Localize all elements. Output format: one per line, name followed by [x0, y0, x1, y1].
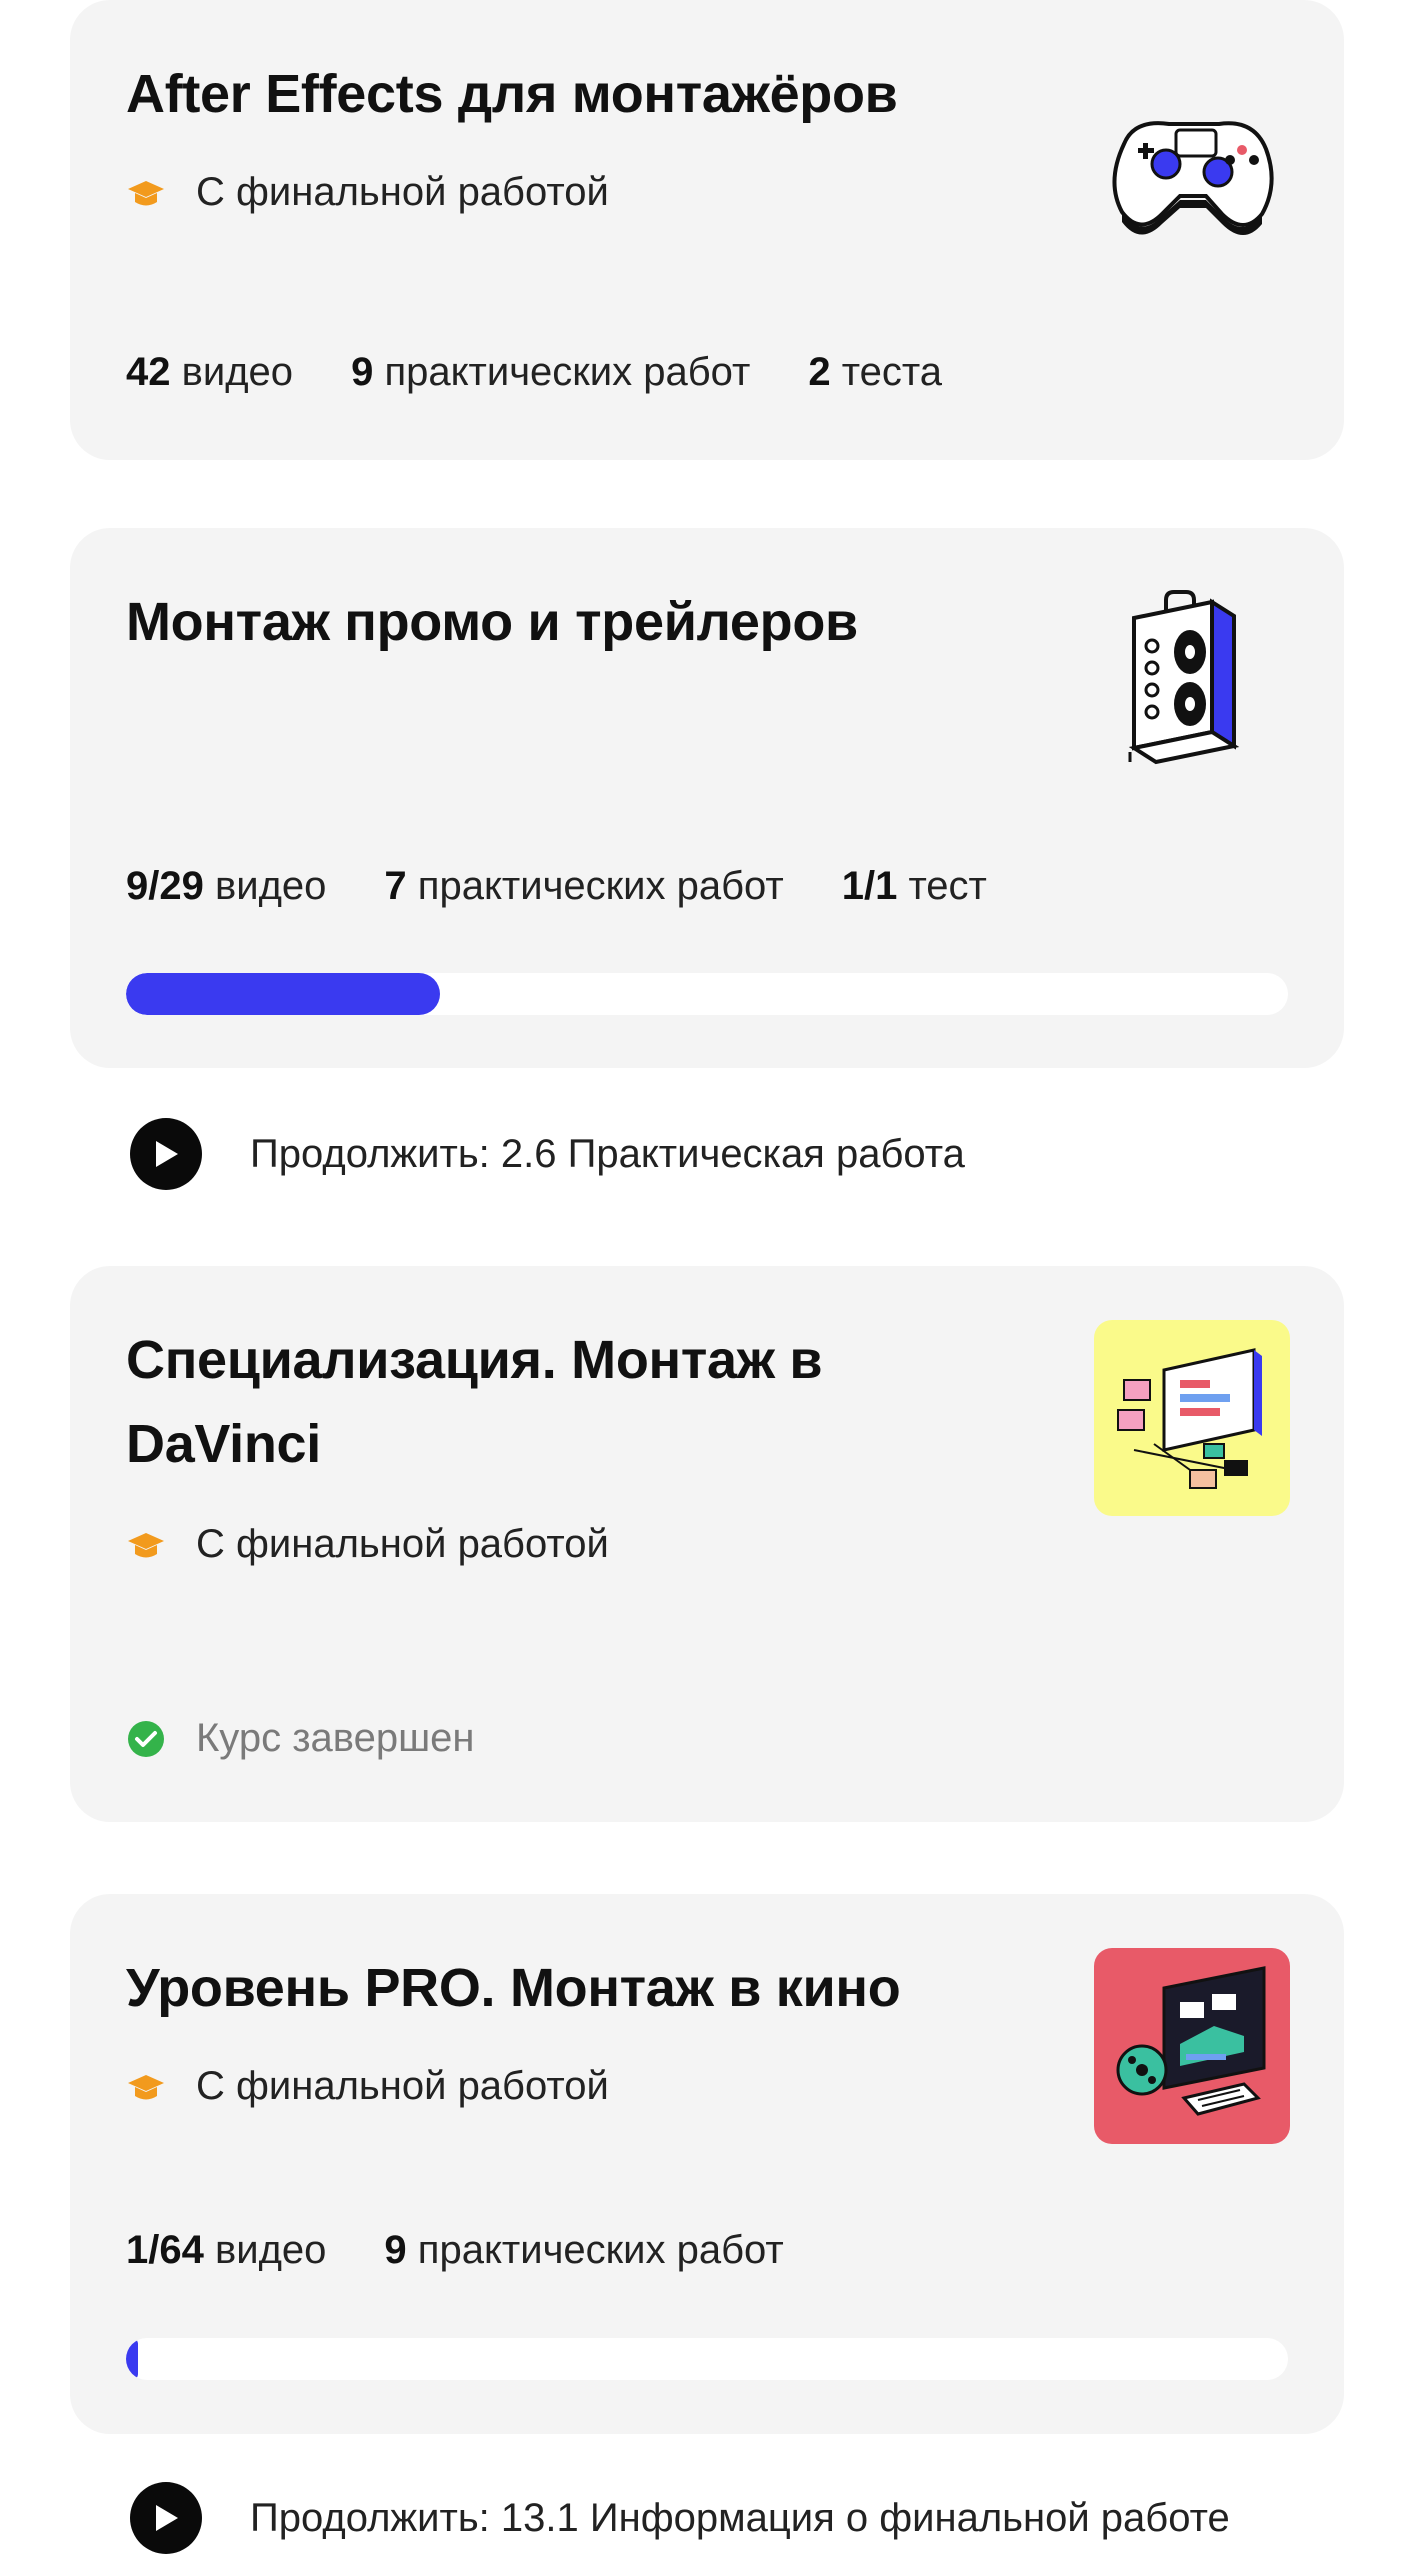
course-card-pro-cinema[interactable]: Уровень PRO. Монтаж в кино С финальной р…: [70, 1894, 1344, 2434]
course-card-after-effects[interactable]: After Effects для монтажёров С финальной…: [70, 0, 1344, 460]
final-work-label: С финальной работой: [196, 2064, 609, 2108]
graduation-cap-icon: [126, 2067, 166, 2107]
stat-videos: 9/29 видео: [126, 864, 327, 908]
stat-tests: 1/1 тест: [841, 864, 987, 908]
editing-screen-illustration-icon: [1094, 1320, 1290, 1516]
check-circle-icon: [128, 1720, 164, 1757]
course-title: After Effects для монтажёров: [126, 64, 898, 124]
speaker-illustration-icon: [1094, 582, 1290, 778]
course-stats: 42 видео 9 практических работ 2 теста: [126, 350, 1000, 395]
course-progress-bar: [126, 2338, 1288, 2380]
stat-practical: 9 практических работ: [351, 350, 751, 394]
final-work-label: С финальной работой: [196, 1522, 609, 1566]
final-work-badge: С финальной работой: [126, 170, 609, 215]
course-completed-status: Курс завершен: [126, 1716, 475, 1761]
graduation-cap-icon: [126, 173, 166, 213]
continue-link-pro-cinema[interactable]: Продолжить: 13.1 Информация о финальной …: [130, 2482, 1230, 2554]
play-icon[interactable]: [130, 2482, 202, 2554]
film-editing-illustration-icon: [1094, 1948, 1290, 2144]
graduation-cap-icon: [126, 1525, 166, 1565]
final-work-badge: С финальной работой: [126, 2064, 609, 2109]
final-work-badge: С финальной работой: [126, 1522, 609, 1567]
course-title: Уровень PRO. Монтаж в кино: [126, 1958, 901, 2018]
stat-tests: 2 теста: [808, 350, 942, 394]
stat-videos: 1/64 видео: [126, 2228, 327, 2272]
stat-videos: 42 видео: [126, 350, 294, 394]
gamepad-illustration-icon: [1094, 64, 1290, 260]
course-title: Специализация. Монтаж в DaVinci: [126, 1330, 823, 1474]
continue-label: Продолжить: 2.6 Практическая работа: [250, 1131, 965, 1176]
continue-link-promo-trailers[interactable]: Продолжить: 2.6 Практическая работа: [130, 1118, 965, 1190]
course-title: Монтаж промо и трейлеров: [126, 592, 858, 652]
course-stats: 1/64 видео 9 практических работ: [126, 2228, 842, 2273]
course-card-promo-trailers[interactable]: Монтаж промо и трейлеров 9/29 видео 7 пр…: [70, 528, 1344, 1068]
course-progress-fill: [126, 2338, 138, 2380]
course-card-davinci[interactable]: Специализация. Монтаж в DaVinci С финаль…: [70, 1266, 1344, 1822]
stat-practical: 7 практических работ: [384, 864, 784, 908]
course-progress-fill: [126, 973, 440, 1015]
completed-label: Курс завершен: [196, 1716, 475, 1760]
course-stats: 9/29 видео 7 практических работ 1/1 тест: [126, 864, 1045, 909]
final-work-label: С финальной работой: [196, 170, 609, 214]
stat-practical: 9 практических работ: [384, 2228, 784, 2272]
play-icon[interactable]: [130, 1118, 202, 1190]
continue-label: Продолжить: 13.1 Информация о финальной …: [250, 2495, 1230, 2540]
course-progress-bar: [126, 973, 1288, 1015]
